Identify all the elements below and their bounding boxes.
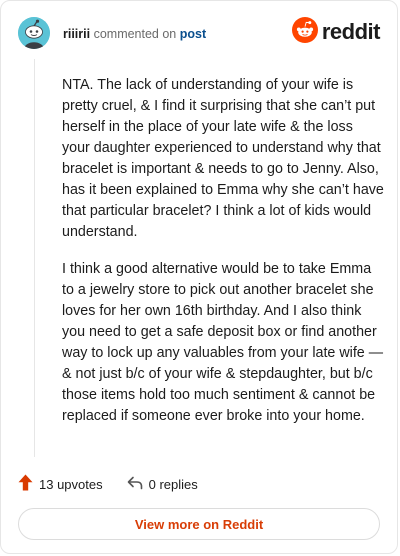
comment-paragraph: NTA. The lack of understanding of your w… [62,77,384,240]
reddit-wordmark: reddit [321,19,381,44]
embedded-comment-card: riiirii commented on post reddit NTA. Th… [0,0,398,554]
reply-arrow-icon [127,476,143,493]
commented-on-text: commented on [93,27,177,41]
comment-header: riiirii commented on post reddit [18,16,381,53]
reddit-logo-icon [291,16,318,48]
replies-count: 0 replies [148,476,198,492]
comment-actions: 13 upvotes 0 replies [18,473,198,495]
comment-paragraph: I think a good alternative would be to t… [62,261,384,424]
snoo-avatar-icon[interactable] [18,17,50,49]
comment-meta: riiirii commented on post [63,26,206,42]
replies-button[interactable]: 0 replies [127,476,198,493]
upvote-count: 13 upvotes [39,476,103,492]
thread-line [34,59,35,457]
upvote-button[interactable]: 13 upvotes [18,474,103,494]
reddit-brand[interactable]: reddit [291,16,381,48]
comment-body: NTA. The lack of understanding of your w… [62,75,384,443]
username-link[interactable]: riiirii [63,27,90,41]
view-more-on-reddit-button[interactable]: View more on Reddit [18,508,380,540]
upvote-arrow-icon [18,474,33,494]
post-link[interactable]: post [180,27,206,41]
